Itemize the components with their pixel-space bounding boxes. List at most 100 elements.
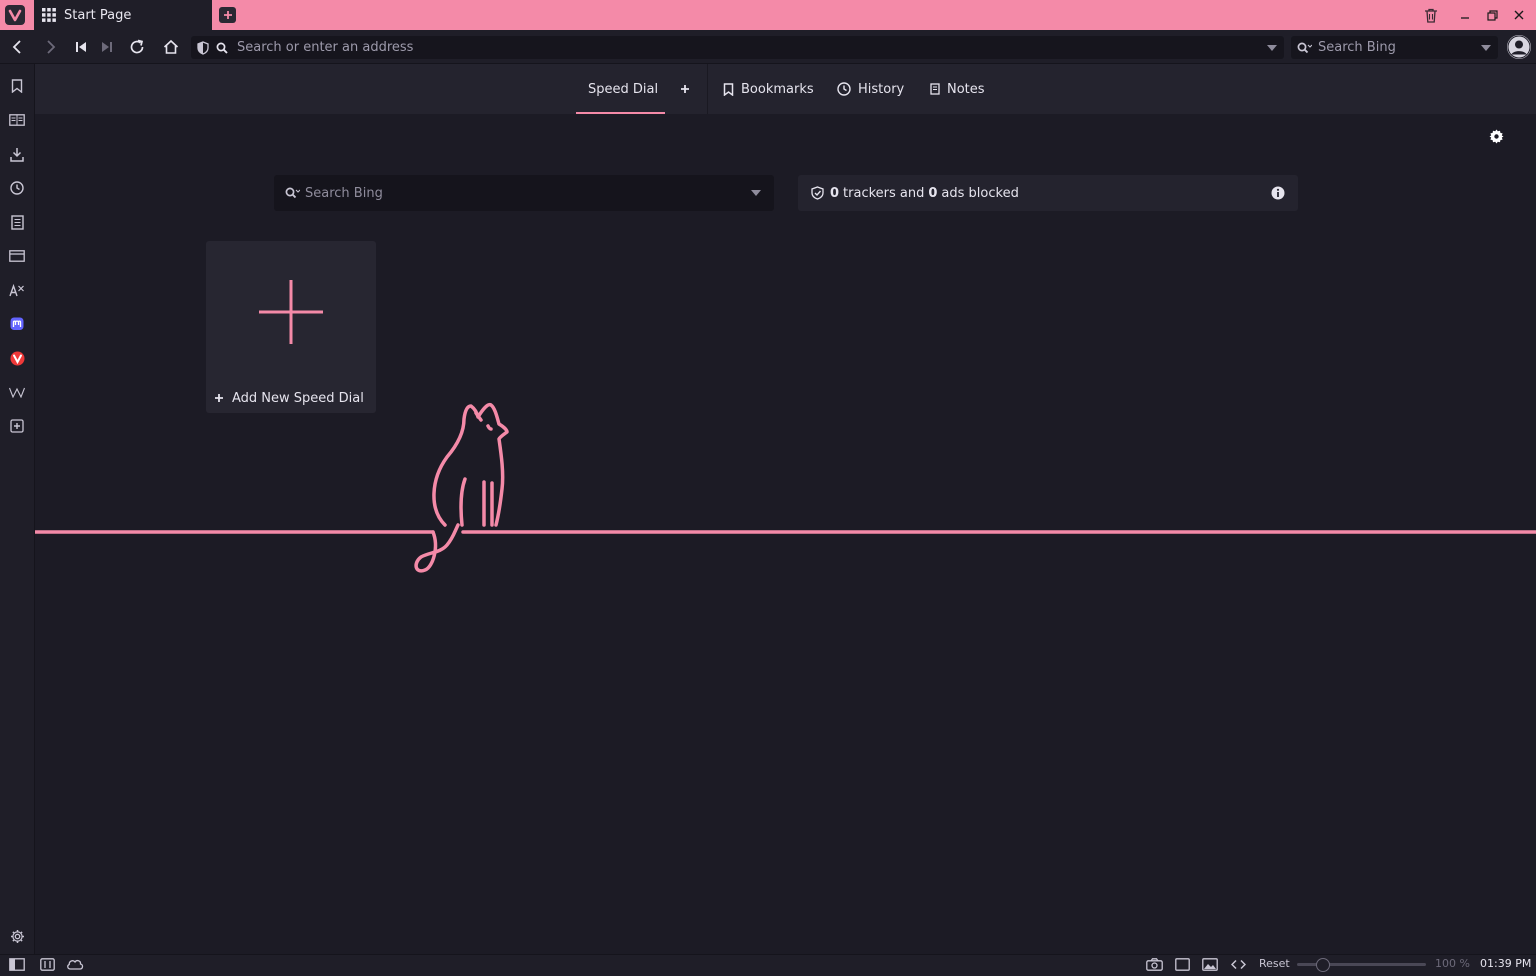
tab-title: Start Page (64, 7, 132, 23)
tab-speed-dial[interactable]: Speed Dial (588, 64, 658, 114)
search-field[interactable]: Search Bing (1291, 36, 1498, 59)
tracker-count: 0 (830, 185, 840, 201)
panel-bookmarks[interactable] (7, 76, 27, 96)
reload-icon (130, 39, 144, 54)
translate-icon (9, 283, 24, 297)
fast-forward-button[interactable] (96, 36, 118, 58)
tab-speed-dial-label: Speed Dial (588, 81, 659, 97)
panel-add[interactable] (7, 416, 27, 436)
ad-count: 0 (928, 185, 938, 201)
window-icon (1175, 958, 1190, 971)
plus-icon (223, 11, 232, 19)
bookmark-icon (11, 79, 23, 93)
gear-icon (10, 929, 24, 943)
info-icon[interactable] (1271, 186, 1285, 200)
tab-start-page[interactable]: Start Page (34, 0, 212, 30)
search-engine-icon (285, 187, 300, 199)
speed-dial-search-placeholder: Search Bing (305, 185, 383, 201)
new-tab-button[interactable] (219, 7, 236, 23)
chevron-down-icon[interactable] (1267, 44, 1277, 51)
search-icon (216, 42, 228, 54)
zoom-level: 100 % (1435, 957, 1470, 970)
panel-reading-list[interactable] (7, 110, 27, 130)
tab-history[interactable]: History (837, 64, 904, 114)
tracker-text: trackers and (843, 185, 925, 201)
trash-icon (1425, 8, 1437, 23)
notes-icon (930, 83, 940, 95)
large-plus-icon (259, 280, 323, 344)
shield-icon (197, 40, 209, 55)
panel-mastodon[interactable] (7, 314, 27, 334)
tab-notes-label: Notes (947, 81, 985, 97)
speed-dial-search-field[interactable]: Search Bing (274, 175, 774, 211)
shield-check-icon (811, 186, 824, 200)
tab-history-label: History (858, 81, 905, 97)
zoom-slider-handle[interactable] (1316, 958, 1330, 972)
panel-translate[interactable] (7, 280, 27, 300)
notes-icon (10, 214, 24, 230)
tab-bookmarks-label: Bookmarks (741, 81, 814, 97)
add-speed-dial-group-button[interactable] (680, 64, 690, 114)
profile-avatar[interactable] (1507, 35, 1531, 59)
user-icon (1507, 35, 1531, 59)
page-tiling-button[interactable] (1175, 958, 1190, 971)
tab-tiling-button[interactable] (40, 958, 55, 971)
settings-button[interactable] (7, 926, 27, 946)
image-icon (1202, 958, 1218, 971)
panel-toggle-button[interactable] (9, 958, 25, 971)
trash-button[interactable] (1422, 6, 1440, 24)
clock: 01:39 PM (1480, 957, 1532, 970)
back-button[interactable] (6, 36, 28, 58)
chevron-down-icon[interactable] (751, 190, 761, 196)
vivaldi-icon (10, 351, 24, 365)
history-icon (837, 82, 851, 96)
mastodon-icon (10, 317, 24, 330)
panel-window[interactable] (7, 246, 27, 266)
rewind-button[interactable] (70, 36, 92, 58)
home-button[interactable] (160, 36, 182, 58)
close-window-button[interactable] (1510, 6, 1528, 24)
bookmark-icon (723, 82, 734, 96)
panel-history[interactable] (7, 178, 27, 198)
search-placeholder: Search Bing (1318, 40, 1396, 55)
window-icon (9, 250, 25, 262)
capture-button[interactable] (1146, 958, 1163, 971)
reload-button[interactable] (126, 36, 148, 58)
chevron-down-icon[interactable] (1481, 44, 1491, 51)
cloud-icon (67, 959, 84, 970)
gear-icon (1489, 129, 1503, 143)
images-toggle-button[interactable] (1202, 958, 1218, 971)
page-actions-button[interactable] (1231, 958, 1246, 971)
tab-notes[interactable]: Notes (930, 64, 985, 114)
address-placeholder: Search or enter an address (237, 40, 414, 55)
sync-button[interactable] (66, 958, 84, 970)
history-icon (10, 181, 24, 195)
add-speed-dial-tile[interactable] (206, 241, 376, 413)
vivaldi-logo-icon (8, 9, 22, 22)
reading-list-icon (9, 114, 25, 126)
start-page-settings-button[interactable] (1487, 127, 1505, 145)
tab-bookmarks[interactable]: Bookmarks (723, 64, 814, 114)
tile-icon (40, 958, 55, 971)
cat-line-art-illustration (35, 402, 1536, 573)
fast-forward-icon (102, 42, 112, 52)
home-icon (163, 39, 179, 54)
zoom-reset-button[interactable]: Reset (1259, 957, 1290, 970)
panel-vivaldi[interactable] (7, 348, 27, 368)
vivaldi-menu-button[interactable] (5, 5, 25, 25)
panel-notes[interactable] (7, 212, 27, 232)
panel-downloads[interactable] (7, 144, 27, 164)
forward-button[interactable] (40, 36, 62, 58)
restore-button[interactable] (1483, 6, 1501, 24)
minimize-button[interactable] (1456, 6, 1474, 24)
address-field[interactable]: Search or enter an address (191, 36, 1284, 59)
grid-icon (42, 8, 56, 22)
code-icon (1231, 959, 1246, 970)
plus-icon (681, 85, 689, 93)
panel-wikipedia[interactable] (7, 382, 27, 402)
camera-icon (1146, 958, 1163, 971)
search-engine-icon (1297, 42, 1312, 53)
ad-text: ads blocked (941, 185, 1019, 201)
downloads-icon (10, 147, 24, 162)
wikipedia-icon (9, 387, 25, 398)
